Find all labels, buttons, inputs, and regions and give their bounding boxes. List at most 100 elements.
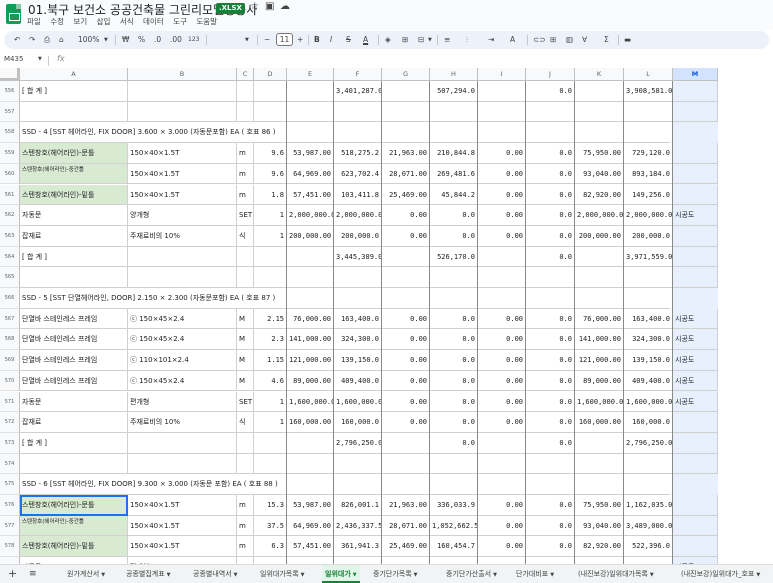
cell-k-557[interactable] xyxy=(575,101,624,123)
cell-h-559[interactable]: 210,844.8 xyxy=(430,143,478,164)
name-box[interactable]: M435 xyxy=(4,55,23,63)
cell-g-571[interactable]: 0.00 xyxy=(382,391,430,413)
cell-a-557[interactable] xyxy=(20,101,128,123)
row-header[interactable]: 579 xyxy=(0,557,20,564)
cell-d-578[interactable]: 6.3 xyxy=(254,536,287,558)
cell-a-576[interactable]: 스텐창호(헤어라인)-문틀 xyxy=(20,495,128,516)
cell-g-560[interactable]: 28,071.00 xyxy=(382,163,430,185)
cell-e-560[interactable]: 64,969.00 xyxy=(287,163,334,185)
cell-h-570[interactable]: 0.0 xyxy=(430,370,478,392)
cell-h-571[interactable]: 0.0 xyxy=(430,391,478,413)
cell-f-557[interactable] xyxy=(334,101,382,123)
add-sheet-button[interactable]: + xyxy=(8,568,17,580)
cell-f-560[interactable]: 623,702.4 xyxy=(334,163,382,185)
cell-g-577[interactable]: 28,071.00 xyxy=(382,515,430,537)
cell-h-572[interactable]: 0.0 xyxy=(430,412,478,433)
cell-d-569[interactable]: 1.15 xyxy=(254,350,287,371)
cell-f-556[interactable]: 3,401,287.0 xyxy=(334,81,382,102)
cell-j-574[interactable] xyxy=(526,453,575,475)
increase-decimal-button[interactable]: .00 xyxy=(170,34,182,46)
column-header-c[interactable]: C xyxy=(237,68,254,81)
cell-c-578[interactable]: m xyxy=(237,536,254,558)
cell-m-565[interactable] xyxy=(673,267,718,288)
cell-b-571[interactable]: 편개형 xyxy=(128,391,237,413)
row-header[interactable]: 567 xyxy=(0,308,20,330)
cell-k-568[interactable]: 141,000.00 xyxy=(575,329,624,351)
cell-b-579[interactable]: 편개형 xyxy=(128,557,237,564)
cell-a-566[interactable]: SSD - 5 [SST 단열헤어라인, DOOR] 2.150 × 2.300… xyxy=(20,288,670,309)
cell-h-561[interactable]: 45,844.2 xyxy=(430,184,478,206)
cell-d-570[interactable]: 4.6 xyxy=(254,370,287,392)
cell-l-577[interactable]: 3,489,000.0 xyxy=(624,515,673,537)
cell-g-578[interactable]: 25,469.00 xyxy=(382,536,430,558)
cell-j-556[interactable]: 0.0 xyxy=(526,81,575,102)
percent-format-button[interactable]: % xyxy=(138,34,145,46)
cell-e-559[interactable]: 53,987.00 xyxy=(287,143,334,164)
cell-e-563[interactable]: 200,000.00 xyxy=(287,225,334,247)
cell-c-561[interactable]: m xyxy=(237,184,254,206)
cell-m-559[interactable] xyxy=(673,143,718,164)
cell-g-563[interactable]: 0.00 xyxy=(382,225,430,247)
sheets-logo-icon[interactable] xyxy=(6,4,21,24)
cell-a-574[interactable] xyxy=(20,453,128,475)
cell-b-578[interactable]: 150×40×1.5T xyxy=(128,536,237,558)
cell-i-557[interactable] xyxy=(478,101,526,123)
cell-m-573[interactable] xyxy=(673,432,718,454)
cell-i-560[interactable]: 0.00 xyxy=(478,163,526,185)
vertical-align-icon[interactable]: ⫶ xyxy=(466,34,468,46)
cell-a-565[interactable] xyxy=(20,267,128,288)
cell-l-576[interactable]: 1,162,035.0 xyxy=(624,495,673,516)
cell-f-573[interactable]: 2,796,250.0 xyxy=(334,432,382,454)
cell-a-571[interactable]: 자동문 xyxy=(20,391,128,413)
cell-k-572[interactable]: 160,000.00 xyxy=(575,412,624,433)
column-header-e[interactable]: E xyxy=(287,68,334,81)
cell-d-562[interactable]: 1 xyxy=(254,205,287,226)
cell-b-568[interactable]: ⓒ 150×45×2.4 xyxy=(128,329,237,351)
cell-m-560[interactable] xyxy=(673,163,718,185)
cell-h-562[interactable]: 0.0 xyxy=(430,205,478,226)
cell-d-577[interactable]: 37.5 xyxy=(254,515,287,537)
cell-m-571[interactable]: 시공도 xyxy=(673,391,718,413)
menu-data[interactable]: 데이터 xyxy=(143,17,164,26)
cell-l-563[interactable]: 200,000.0 xyxy=(624,225,673,247)
cell-d-556[interactable] xyxy=(254,81,287,102)
cell-d-565[interactable] xyxy=(254,267,287,288)
all-sheets-button[interactable]: ≡ xyxy=(29,568,37,580)
cell-j-560[interactable]: 0.0 xyxy=(526,163,575,185)
cell-i-578[interactable]: 0.00 xyxy=(478,536,526,558)
cell-j-567[interactable]: 0.0 xyxy=(526,308,575,330)
cell-l-559[interactable]: 729,120.0 xyxy=(624,143,673,164)
cell-f-578[interactable]: 361,941.3 xyxy=(334,536,382,558)
horizontal-align-icon[interactable]: ≡ xyxy=(444,34,450,46)
text-rotation-icon[interactable]: A xyxy=(510,34,515,46)
cell-g-557[interactable] xyxy=(382,101,430,123)
cell-g-565[interactable] xyxy=(382,267,430,288)
cell-c-563[interactable]: 식 xyxy=(237,225,254,247)
select-all-corner[interactable] xyxy=(0,68,20,81)
sheet-tab[interactable]: 중기단가목록 ▼ xyxy=(370,565,421,583)
cell-a-556[interactable]: [ 합 계 ] xyxy=(20,81,128,102)
cell-l-574[interactable] xyxy=(624,453,673,475)
cell-l-579[interactable]: 1,600,000.0 xyxy=(624,557,673,564)
cell-k-573[interactable] xyxy=(575,432,624,454)
cell-b-564[interactable] xyxy=(128,246,237,268)
cell-h-565[interactable] xyxy=(430,267,478,288)
cell-j-564[interactable]: 0.0 xyxy=(526,246,575,268)
cell-l-572[interactable]: 160,000.0 xyxy=(624,412,673,433)
increase-font-size-button[interactable]: + xyxy=(297,34,303,46)
row-header[interactable]: 566 xyxy=(0,288,20,309)
cell-e-569[interactable]: 121,000.00 xyxy=(287,350,334,371)
cell-j-573[interactable]: 0.0 xyxy=(526,432,575,454)
cell-a-568[interactable]: 단열바 스테인레스 프레임 xyxy=(20,329,128,351)
cell-j-572[interactable]: 0.0 xyxy=(526,412,575,433)
column-header-i[interactable]: I xyxy=(478,68,526,81)
cell-e-578[interactable]: 57,451.00 xyxy=(287,536,334,558)
sheet-tab[interactable]: 중기단가산출서 ▼ xyxy=(443,565,500,583)
cell-b-562[interactable]: 양개형 xyxy=(128,205,237,226)
column-header-j[interactable]: J xyxy=(526,68,575,81)
cell-i-563[interactable]: 0.00 xyxy=(478,225,526,247)
cell-e-564[interactable] xyxy=(287,246,334,268)
cell-b-557[interactable] xyxy=(128,101,237,123)
cell-h-563[interactable]: 0.0 xyxy=(430,225,478,247)
cell-i-556[interactable] xyxy=(478,81,526,102)
